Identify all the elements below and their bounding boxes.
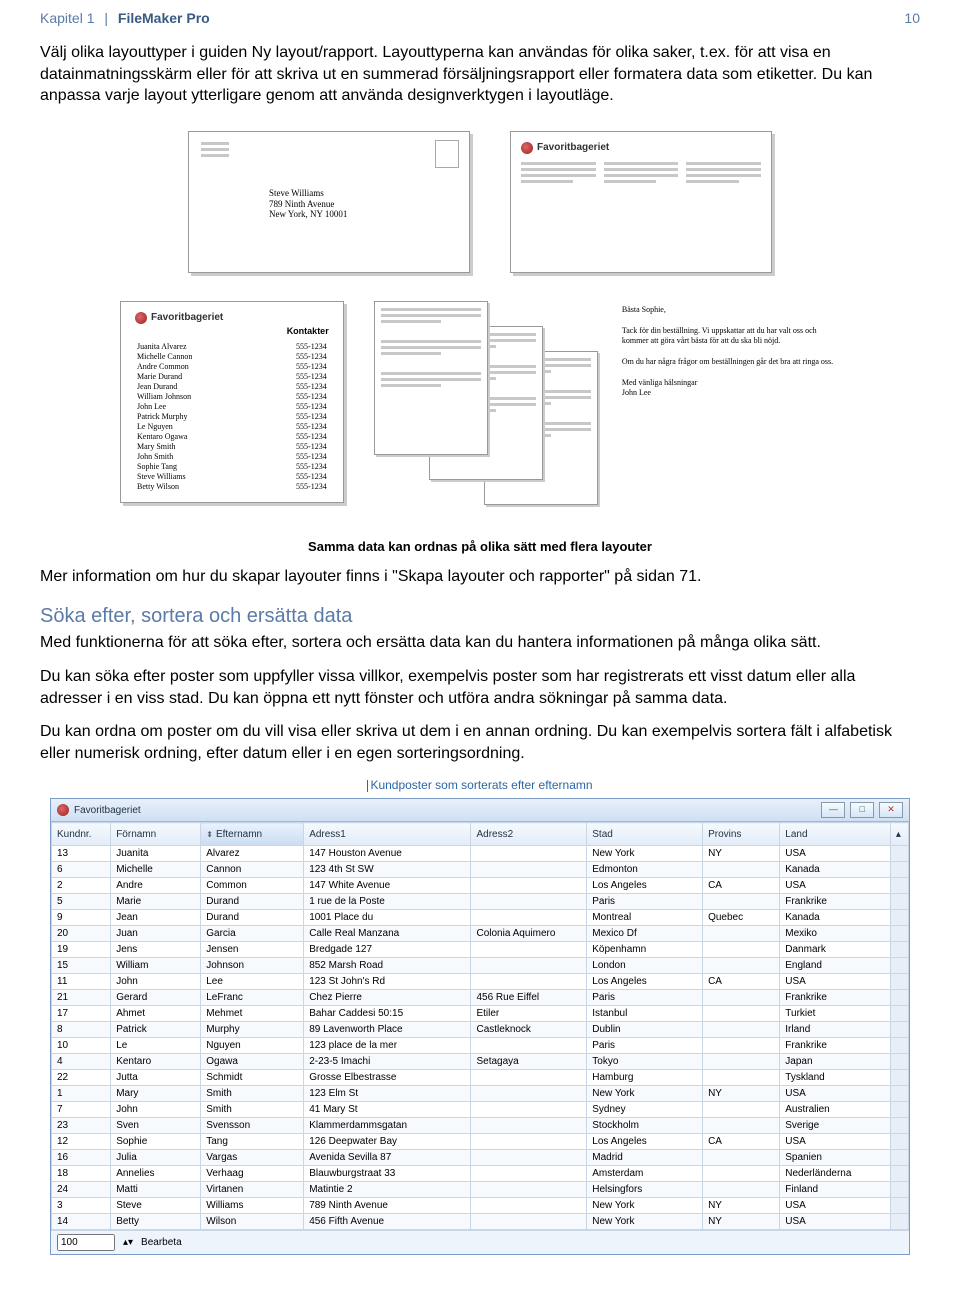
column-header[interactable]: Adress2	[471, 823, 587, 846]
table-row[interactable]: 21GerardLeFrancChez Pierre456 Rue Eiffel…	[52, 990, 909, 1006]
page-header: Kapitel 1 | FileMaker Pro 10	[0, 0, 960, 30]
table-row[interactable]: 12SophieTang126 Deepwater BayLos Angeles…	[52, 1134, 909, 1150]
contact-row: Jean Durand555-1234	[135, 382, 329, 392]
table-caption: Kundposter som sorterats efter efternamn	[40, 778, 920, 792]
table-row[interactable]: 18AnneliesVerhaagBlauwburgstraat 33Amste…	[52, 1166, 909, 1182]
page-body: Välj olika layouttyper i guiden Ny layou…	[0, 42, 960, 1295]
page-number: 10	[904, 10, 920, 26]
records-window: Favoritbageriet — □ ✕ Kundnr.Förnamn⬍Eft…	[50, 798, 910, 1255]
column-header[interactable]: Kundnr.	[52, 823, 111, 846]
env-name: Steve Williams	[269, 188, 347, 199]
labels-layout	[374, 301, 586, 511]
contact-row: John Lee555-1234	[135, 402, 329, 412]
table-row[interactable]: 5MarieDurand1 rue de la PosteParisFrankr…	[52, 894, 909, 910]
letter-layout: Bästa Sophie, Tack för din beställning. …	[616, 301, 840, 403]
letter-p1: Tack för din beställning. Vi uppskattar …	[622, 326, 834, 347]
contact-row: Michelle Cannon555-1234	[135, 352, 329, 362]
table-row[interactable]: 8PatrickMurphy89 Lavenworth PlaceCastlek…	[52, 1022, 909, 1038]
close-button[interactable]: ✕	[879, 802, 903, 818]
maximize-button[interactable]: □	[850, 802, 874, 818]
contact-row: Andre Common555-1234	[135, 362, 329, 372]
brand-icon	[135, 312, 147, 324]
table-row[interactable]: 13JuanitaAlvarez147 Houston AvenueNew Yo…	[52, 846, 909, 862]
table-row[interactable]: 9JeanDurand1001 Place duMontrealQuebecKa…	[52, 910, 909, 926]
scrollbar-header: ▴	[890, 823, 908, 846]
contact-row: Steve Williams555-1234	[135, 472, 329, 482]
contact-row: Patrick Murphy555-1234	[135, 412, 329, 422]
app-name: FileMaker Pro	[118, 10, 210, 26]
minimize-button[interactable]: —	[821, 802, 845, 818]
invoice-layout: Favoritbageriet	[510, 131, 772, 273]
table-row[interactable]: 17AhmetMehmetBahar Caddesi 50:15EtilerIs…	[52, 1006, 909, 1022]
return-address-placeholder	[201, 142, 229, 160]
brand-label-2: Favoritbageriet	[151, 312, 223, 323]
table-row[interactable]: 10LeNguyen123 place de la merParisFrankr…	[52, 1038, 909, 1054]
brand-icon	[521, 142, 533, 154]
zoom-input[interactable]	[57, 1234, 115, 1251]
window-icon	[57, 804, 69, 816]
letter-p2: Om du har några frågor om beställningen …	[622, 357, 834, 367]
env-street: 789 Ninth Avenue	[269, 199, 347, 210]
table-row[interactable]: 22JuttaSchmidtGrosse ElbestrasseHamburgT…	[52, 1070, 909, 1086]
table-row[interactable]: 14BettyWilson456 Fifth AvenueNew YorkNYU…	[52, 1214, 909, 1230]
envelope-layout: Steve Williams 789 Ninth Avenue New York…	[188, 131, 470, 273]
paragraph-1: Välj olika layouttyper i guiden Ny layou…	[40, 42, 920, 107]
stamp-placeholder	[435, 140, 459, 168]
column-header[interactable]: Stad	[587, 823, 703, 846]
env-city: New York, NY 10001	[269, 209, 347, 220]
column-header[interactable]: Land	[780, 823, 891, 846]
column-header[interactable]: Förnamn	[111, 823, 201, 846]
contact-row: Kentaro Ogawa555-1234	[135, 432, 329, 442]
table-row[interactable]: 7JohnSmith41 Mary StSydneyAustralien	[52, 1102, 909, 1118]
section-heading: Söka efter, sortera och ersätta data	[40, 605, 920, 628]
window-title: Favoritbageriet	[74, 805, 141, 816]
contacts-title: Kontakter	[135, 326, 329, 336]
table-row[interactable]: 4KentaroOgawa2-23-5 ImachiSetagayaTokyoJ…	[52, 1054, 909, 1070]
contact-row: Betty Wilson555-1234	[135, 482, 329, 492]
paragraph-5: Du kan ordna om poster om du vill visa e…	[40, 721, 920, 764]
records-table[interactable]: Kundnr.Förnamn⬍EfternamnAdress1Adress2St…	[51, 822, 909, 1230]
table-row[interactable]: 6MichelleCannon123 4th St SWEdmontonKana…	[52, 862, 909, 878]
contact-row: Marie Durand555-1234	[135, 372, 329, 382]
window-titlebar[interactable]: Favoritbageriet — □ ✕	[51, 799, 909, 822]
table-row[interactable]: 23SvenSvenssonKlammerdammsgatanStockholm…	[52, 1118, 909, 1134]
column-header[interactable]: Adress1	[304, 823, 471, 846]
figure-caption: Samma data kan ordnas på olika sätt med …	[120, 539, 840, 554]
letter-p3: Med vänliga hälsningar	[622, 378, 834, 388]
contacts-layout: Favoritbageriet Kontakter Juanita Alvare…	[120, 301, 344, 503]
table-row[interactable]: 1MarySmith123 Elm StNew YorkNYUSA	[52, 1086, 909, 1102]
table-row[interactable]: 24MattiVirtanenMatintie 2HelsingforsFinl…	[52, 1182, 909, 1198]
paragraph-3: Med funktionerna för att söka efter, sor…	[40, 632, 920, 654]
table-row[interactable]: 19JensJensenBredgade 127KöpenhamnDanmark	[52, 942, 909, 958]
column-header[interactable]: Provins	[703, 823, 780, 846]
header-separator: |	[104, 10, 108, 26]
table-row[interactable]: 11JohnLee123 St John's RdLos AngelesCAUS…	[52, 974, 909, 990]
letter-signature: John Lee	[622, 388, 834, 398]
contact-row: Mary Smith555-1234	[135, 442, 329, 452]
chapter-label: Kapitel 1	[40, 10, 94, 26]
table-row[interactable]: 2AndreCommon147 White AvenueLos AngelesC…	[52, 878, 909, 894]
brand-label: Favoritbageriet	[537, 142, 609, 153]
contact-row: John Smith555-1234	[135, 452, 329, 462]
layout-examples-figure: Steve Williams 789 Ninth Avenue New York…	[120, 131, 840, 554]
table-row[interactable]: 16JuliaVargasAvenida Sevilla 87MadridSpa…	[52, 1150, 909, 1166]
contact-row: William Johnson555-1234	[135, 392, 329, 402]
paragraph-2: Mer information om hur du skapar layoute…	[40, 566, 920, 588]
table-row[interactable]: 20JuanGarciaCalle Real ManzanaColonia Aq…	[52, 926, 909, 942]
paragraph-4: Du kan söka efter poster som uppfyller v…	[40, 666, 920, 709]
contact-row: Juanita Alvarez555-1234	[135, 342, 329, 352]
window-statusbar: ▴▾ Bearbeta	[51, 1230, 909, 1254]
column-header[interactable]: ⬍Efternamn	[201, 823, 304, 846]
contact-row: Le Nguyen555-1234	[135, 422, 329, 432]
letter-greeting: Bästa Sophie,	[622, 305, 834, 315]
zoom-stepper[interactable]: ▴▾	[123, 1237, 133, 1248]
table-row[interactable]: 3SteveWilliams789 Ninth AvenueNew YorkNY…	[52, 1198, 909, 1214]
mode-label[interactable]: Bearbeta	[141, 1237, 182, 1248]
table-row[interactable]: 15WilliamJohnson852 Marsh RoadLondonEngl…	[52, 958, 909, 974]
contact-row: Sophie Tang555-1234	[135, 462, 329, 472]
